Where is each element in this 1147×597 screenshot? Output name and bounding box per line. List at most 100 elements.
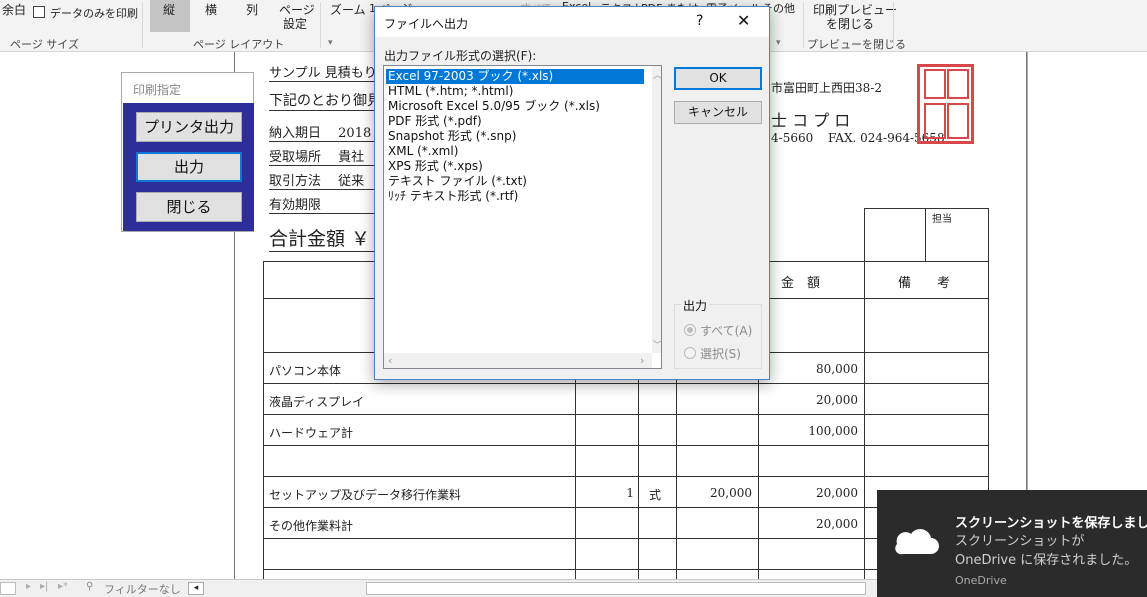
row-item: パソコン本体 [269,364,342,378]
delivery-value: 2018 [338,126,372,141]
help-icon[interactable]: ? [696,13,703,29]
table-row-line [263,445,989,446]
company-seal [917,64,974,144]
nav-new-icon[interactable]: ▸* [58,581,68,592]
col-notes-header: 備 考 [898,276,951,291]
format-option[interactable]: HTML (*.htm; *.html) [386,84,644,99]
ribbon-separator [803,2,804,48]
format-list-hscrollbar[interactable]: ‹ › [384,353,652,368]
cancel-button[interactable]: キャンセル [674,101,762,124]
stamp-divider [925,208,926,262]
status-bar: ▸ ▸| ▸* ⚲ フィルターなし ◂ [0,579,877,597]
doc-header-line: サンプル 見積もり [269,62,389,82]
method-value: 従来 [338,174,365,189]
page-setup-button-line2[interactable]: 設定 [283,15,307,32]
table-col-line [864,261,865,579]
dialog-title: ファイルへ出力 [384,17,469,31]
close-icon[interactable]: ✕ [737,11,750,30]
page-layout-group-label: ページ レイアウト [193,38,285,51]
close-button[interactable]: 閉じる [136,192,242,222]
ribbon-separator [893,2,894,48]
ok-button[interactable]: OK [674,67,762,90]
format-list-vscrollbar[interactable]: ︿ ﹀ [652,66,661,353]
print-panel-body: プリンタ出力 出力 閉じる [123,103,254,231]
print-panel-title: 印刷指定 [133,83,182,97]
ribbon-separator [142,2,143,48]
row-qty: 1 [626,486,634,500]
method-label: 取引方法 [269,174,322,189]
printer-output-button[interactable]: プリンタ出力 [136,112,242,142]
columns-button[interactable]: 列 [246,1,258,18]
format-option[interactable]: Snapshot 形式 (*.snp) [386,129,644,144]
landscape-button[interactable]: 横 [205,1,217,18]
row-item: セットアップ及びデータ移行作業料 [269,488,462,502]
format-option[interactable]: XPS 形式 (*.xps) [386,159,644,174]
format-listbox[interactable]: Excel 97-2003 ブック (*.xls) HTML (*.htm; *.… [383,65,662,369]
chevron-down-icon: ▾ [776,38,781,48]
table-col-line [638,352,639,579]
print-settings-panel: 印刷指定 プリンタ出力 出力 閉じる [121,72,254,232]
close-preview-button-line2[interactable]: を閉じる [826,15,874,32]
output-button[interactable]: 出力 [136,152,242,182]
format-option[interactable]: PDF 形式 (*.pdf) [386,114,644,129]
scroll-left-icon[interactable]: ‹ [388,354,392,367]
doc-delivery-label: 納入期日 2018 [269,122,389,142]
portrait-button[interactable]: 縦 [163,1,175,18]
row-unit: 式 [649,488,662,502]
scroll-down-icon[interactable]: ﹀ [653,338,661,351]
format-option[interactable]: Excel 97-2003 ブック (*.xls) [386,69,644,84]
company-address: 市富田町上西田38-2 [771,81,882,95]
person-label: 担当 [932,214,952,225]
scroll-right-icon[interactable]: › [640,354,644,367]
format-option[interactable]: テキスト ファイル (*.txt) [386,174,644,189]
col-amount-header: 金 額 [781,276,821,291]
horizontal-scrollbar[interactable] [366,582,866,595]
export-dialog: ファイルへ出力 ? ✕ 出力ファイル形式の選択(F): Excel 97-200… [374,6,770,380]
doc-intro-line: 下記のとおり御見 [269,90,389,111]
seal-glyph [924,103,946,139]
row-item: その他作業料計 [269,519,354,533]
row-price: 20,000 [710,486,752,500]
row-item: ハードウェア計 [269,426,354,440]
dialog-titlebar: ファイルへ出力 ? ✕ [375,7,769,37]
table-row-line [263,383,989,384]
data-only-checkbox[interactable] [33,6,45,18]
cloud-icon [895,529,939,555]
format-option[interactable]: Microsoft Excel 5.0/95 ブック (*.xls) [386,99,644,114]
format-list-label: 出力ファイル形式の選択(F): [384,49,537,63]
table-col-line [575,352,576,579]
scroll-left-icon[interactable]: ◂ [188,582,204,595]
place-label: 受取場所 [269,150,322,165]
selection-radio[interactable] [684,347,696,359]
company-name: 士 コ プ ロ [771,111,851,130]
zoom-group-label: ▾ [328,38,333,48]
nav-last-icon[interactable]: ▸| [40,581,48,592]
record-number-field[interactable] [0,582,16,595]
seal-glyph [924,69,946,99]
format-option[interactable]: XML (*.xml) [386,144,644,159]
company-tel: 4-5660 [771,131,814,145]
doc-place-label: 受取場所 貴社 [269,146,389,166]
scroll-up-icon[interactable]: ︿ [653,68,661,81]
toast-app-name: OneDrive [955,574,1007,587]
onedrive-toast[interactable]: スクリーンショットを保存しました スクリーンショットが OneDrive に保存… [877,490,1147,597]
margin-button[interactable]: 余白 [2,1,26,18]
table-col-line [758,352,759,579]
seal-glyph [947,69,969,99]
zoom-button[interactable]: ズーム [330,1,366,18]
selection-radio-label: 選択(S) [700,347,741,361]
filter-status[interactable]: フィルターなし [104,581,181,597]
row-amount: 20,000 [816,517,858,531]
seal-glyph [947,103,969,139]
doc-total-label: 合計金額 ￥ [269,224,389,252]
close-preview-group-label: プレビューを閉じる [807,38,906,51]
ribbon-separator [320,2,321,48]
delivery-label: 納入期日 [269,126,322,141]
nav-next-icon[interactable]: ▸ [26,581,31,592]
all-radio[interactable] [684,324,696,336]
row-amount: 100,000 [808,424,858,438]
row-amount: 20,000 [816,486,858,500]
table-col-line [676,352,677,579]
format-option[interactable]: ﾘｯﾁ テキスト形式 (*.rtf) [386,189,644,204]
doc-valid-label: 有効期限 [269,194,389,214]
